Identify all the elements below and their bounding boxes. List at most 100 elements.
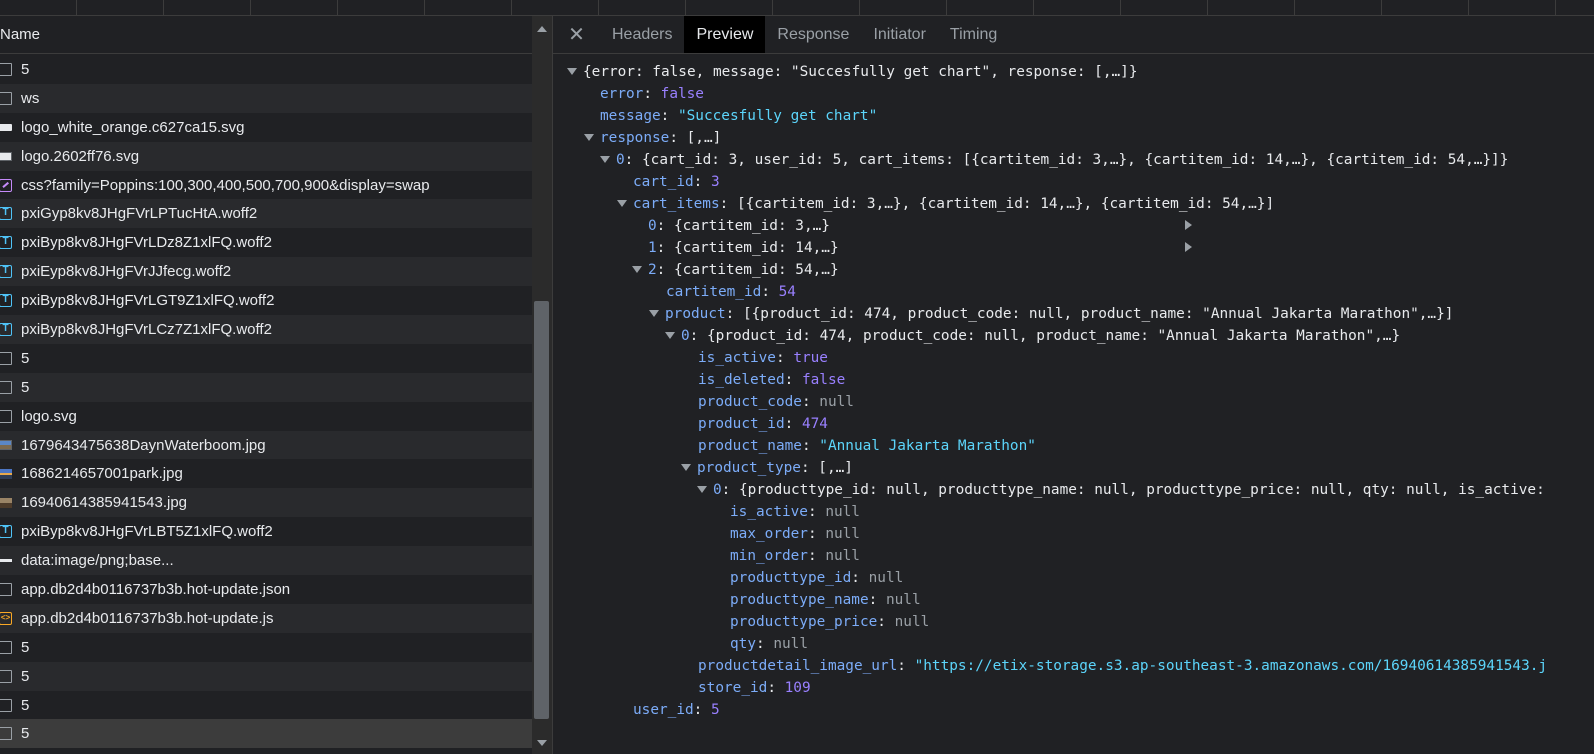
name-column-label: Name <box>0 26 41 43</box>
request-row[interactable]: data:image/png;base... <box>0 546 532 576</box>
scroll-down-arrow-icon[interactable] <box>537 740 547 746</box>
request-row[interactable]: logo.svg <box>0 402 532 431</box>
request-name: data:image/png;base... <box>21 552 174 570</box>
request-row[interactable]: 16940614385941543.jpg <box>0 488 532 518</box>
tab-initiator[interactable]: Initiator <box>861 16 937 53</box>
json-product-type-0-node[interactable]: 0: {producttype_id: null, producttype_na… <box>697 479 1545 501</box>
expanded-triangle-icon[interactable] <box>697 485 707 493</box>
json-cart-items-node[interactable]: cart_items: [{cartitem_id: 3,…}, {cartit… <box>617 193 1274 215</box>
json-cart-item-1-node[interactable]: 1: {cartitem_id: 14,…} <box>633 237 1192 259</box>
doc-icon <box>0 409 12 423</box>
request-row[interactable]: TpxiByp8kv8JHgFVrLGT9Z1xlFQ.woff2 <box>0 286 532 315</box>
request-row[interactable]: 5 <box>0 633 532 662</box>
doc-icon <box>0 582 12 596</box>
request-row[interactable]: TpxiByp8kv8JHgFVrLBT5Z1xlFQ.woff2 <box>0 517 532 546</box>
request-row[interactable]: app.db2d4b0116737b3b.hot-update.json <box>0 575 532 604</box>
request-name: 5 <box>21 638 30 656</box>
expanded-triangle-icon[interactable] <box>617 199 627 207</box>
request-name: logo.svg <box>21 407 77 425</box>
request-name: logo.2602ff76.svg <box>21 147 140 165</box>
request-row[interactable]: 5 <box>0 372 532 402</box>
scroll-up-arrow-icon[interactable] <box>537 26 547 32</box>
json-product-code-line: product_code: null <box>698 394 854 410</box>
request-name: 16940614385941543.jpg <box>21 494 188 512</box>
script-icon: <> <box>0 611 12 625</box>
request-row[interactable]: 5 <box>0 661 532 691</box>
request-row[interactable]: <> app.db2d4b0116737b3b.hot-update.js <box>0 603 532 633</box>
json-product-id-line: product_id: 474 <box>698 416 828 432</box>
request-name: 1679643475638DaynWaterboom.jpg <box>21 436 266 454</box>
json-response-node[interactable]: response: [,…] <box>584 127 721 149</box>
json-response-item-0-node[interactable]: 0: {cart_id: 3, user_id: 5, cart_items: … <box>600 149 1508 171</box>
json-cartitem-id-line: cartitem_id: 54 <box>666 284 796 300</box>
request-list-panel: Name 5 ws logo_white_orange.c627ca15.svglo… <box>0 16 552 754</box>
tab-timing[interactable]: Timing <box>938 16 1009 53</box>
request-row[interactable]: TpxiEyp8kv8JHgFVrJJfecg.woff2 <box>0 257 532 287</box>
request-name: pxiGyp8kv8JHgFVrLPTucHtA.woff2 <box>21 205 258 223</box>
collapsed-triangle-icon[interactable] <box>1185 242 1192 252</box>
expanded-triangle-icon[interactable] <box>649 309 659 317</box>
expanded-triangle-icon[interactable] <box>681 463 691 471</box>
expanded-triangle-icon[interactable] <box>665 331 675 339</box>
close-icon[interactable]: ✕ <box>553 16 600 53</box>
request-row[interactable]: css?family=Poppins:100,300,400,500,700,9… <box>0 171 532 200</box>
svg-image-icon <box>0 123 12 131</box>
request-row[interactable]: 5 <box>0 344 532 373</box>
request-name: logo_white_orange.c627ca15.svg <box>21 118 245 136</box>
request-row[interactable]: TpxiByp8kv8JHgFVrLDz8Z1xlFQ.woff2 <box>0 228 532 257</box>
request-row[interactable]: logo_white_orange.c627ca15.svg <box>0 113 532 142</box>
request-row[interactable]: 5 <box>0 55 532 84</box>
font-icon: T <box>0 265 12 279</box>
json-qty-line: qty: null <box>730 636 808 652</box>
request-list-scrollbar[interactable] <box>532 16 552 754</box>
json-error-line: error: false <box>600 86 704 102</box>
json-cart-id-line: cart_id: 3 <box>633 174 720 190</box>
data-image-icon <box>0 559 12 563</box>
expanded-triangle-icon[interactable] <box>632 265 642 273</box>
request-name: 5 <box>21 378 30 396</box>
json-cart-item-2-node[interactable]: 2: {cartitem_id: 54,…} <box>632 259 839 281</box>
request-name: app.db2d4b0116737b3b.hot-update.json <box>21 580 291 598</box>
font-icon: T <box>0 525 12 539</box>
request-name: css?family=Poppins:100,300,400,500,700,9… <box>21 176 430 194</box>
name-column-header[interactable]: Name <box>0 16 532 54</box>
expanded-triangle-icon[interactable] <box>567 67 577 75</box>
request-list: 5 ws logo_white_orange.c627ca15.svg logo.26… <box>0 55 532 749</box>
json-producttype-name-line: producttype_name: null <box>730 592 921 608</box>
json-pt-is-active-line: is_active: null <box>730 504 860 520</box>
request-row[interactable]: ws <box>0 83 532 113</box>
request-row[interactable]: 1686214657001park.jpg <box>0 459 532 488</box>
json-user-id-line: user_id: 5 <box>633 702 720 718</box>
expanded-triangle-icon[interactable] <box>584 133 594 141</box>
collapsed-triangle-icon[interactable] <box>1185 220 1192 230</box>
request-name: 5 <box>21 60 30 78</box>
tab-preview[interactable]: Preview <box>684 16 766 53</box>
request-row[interactable]: TpxiGyp8kv8JHgFVrLPTucHtA.woff2 <box>0 199 532 229</box>
request-row[interactable]: logo.2602ff76.svg <box>0 141 532 171</box>
request-name: pxiByp8kv8JHgFVrLBT5Z1xlFQ.woff2 <box>21 523 273 541</box>
font-icon: T <box>0 322 12 336</box>
request-row[interactable]: 5 <box>0 719 532 749</box>
json-product-0-node[interactable]: 0: {product_id: 474, product_code: null,… <box>665 325 1400 347</box>
doc-icon <box>0 62 12 76</box>
doc-icon <box>0 351 12 365</box>
json-product-name-line: product_name: "Annual Jakarta Marathon" <box>698 438 1036 454</box>
request-row[interactable]: 5 <box>0 691 532 720</box>
request-name: app.db2d4b0116737b3b.hot-update.js <box>21 609 274 627</box>
json-root-node[interactable]: {error: false, message: "Succesfully get… <box>567 61 1138 83</box>
font-icon: T <box>0 294 12 308</box>
expanded-triangle-icon[interactable] <box>600 155 610 163</box>
request-row[interactable]: 1679643475638DaynWaterboom.jpg <box>0 430 532 460</box>
scrollbar-thumb[interactable] <box>534 301 549 719</box>
doc-icon <box>0 669 12 683</box>
json-product-node[interactable]: product: [{product_id: 474, product_code… <box>649 303 1453 325</box>
request-row[interactable]: TpxiByp8kv8JHgFVrLCz7Z1xlFQ.woff2 <box>0 315 532 344</box>
json-producttype-id-line: producttype_id: null <box>730 570 904 586</box>
json-cart-item-0-node[interactable]: 0: {cartitem_id: 3,…} <box>633 215 1192 237</box>
json-product-type-node[interactable]: product_type: [,…] <box>681 457 853 479</box>
tab-headers[interactable]: Headers <box>600 16 684 53</box>
image-icon <box>0 497 12 508</box>
tab-response[interactable]: Response <box>765 16 861 53</box>
json-max-order-line: max_order: null <box>730 526 860 542</box>
doc-icon <box>0 91 12 105</box>
